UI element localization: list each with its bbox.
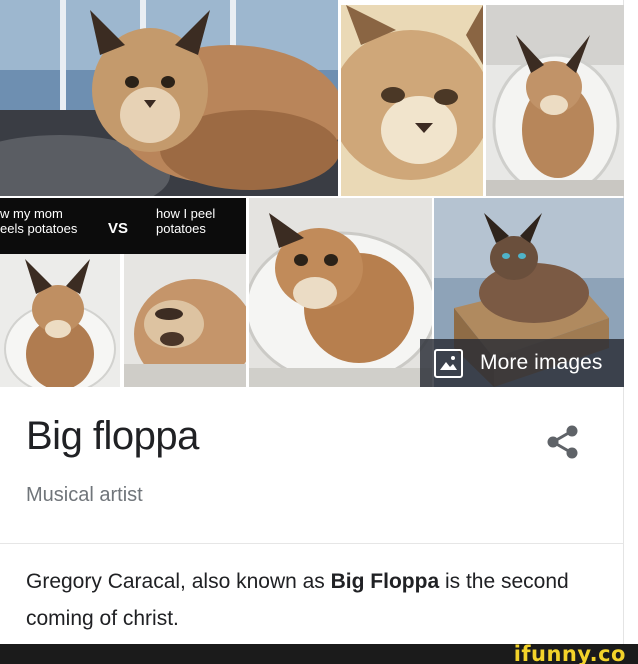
watermark-bar: ifunny.co <box>0 642 638 664</box>
meme-panel-right <box>124 254 246 387</box>
share-icon[interactable] <box>545 424 579 460</box>
image-icon <box>434 348 463 378</box>
description-text-1: Gregory Caracal, also known as <box>26 570 331 593</box>
more-images-label: More images <box>480 351 603 374</box>
meme-right-caption: how I peel potatoes <box>156 206 216 236</box>
meme-left-caption: w my mom eels potatoes <box>0 206 78 236</box>
image-tile-1[interactable] <box>0 0 338 196</box>
meme-vs-label: VS <box>108 220 129 237</box>
meme-caption-bar: w my mom eels potatoes VS how I peel pot… <box>0 198 246 254</box>
image-tile-meme[interactable]: w my mom eels potatoes VS how I peel pot… <box>0 198 246 387</box>
ifunny-watermark: ifunny.co <box>513 642 626 664</box>
divider <box>0 543 624 544</box>
image-tile-2[interactable] <box>341 5 483 196</box>
entity-title: Big floppa <box>26 414 199 458</box>
entity-description: Gregory Caracal, also known as Big Flopp… <box>26 563 606 637</box>
meme-panel-left <box>0 254 120 387</box>
image-tile-5[interactable] <box>249 198 432 387</box>
entity-subtitle: Musical artist <box>26 484 143 506</box>
knowledge-panel: w my mom eels potatoes VS how I peel pot… <box>0 0 624 644</box>
description-bold-name: Big Floppa <box>330 570 440 593</box>
image-tile-3[interactable] <box>486 5 624 196</box>
more-images-button[interactable]: More images <box>420 339 624 387</box>
